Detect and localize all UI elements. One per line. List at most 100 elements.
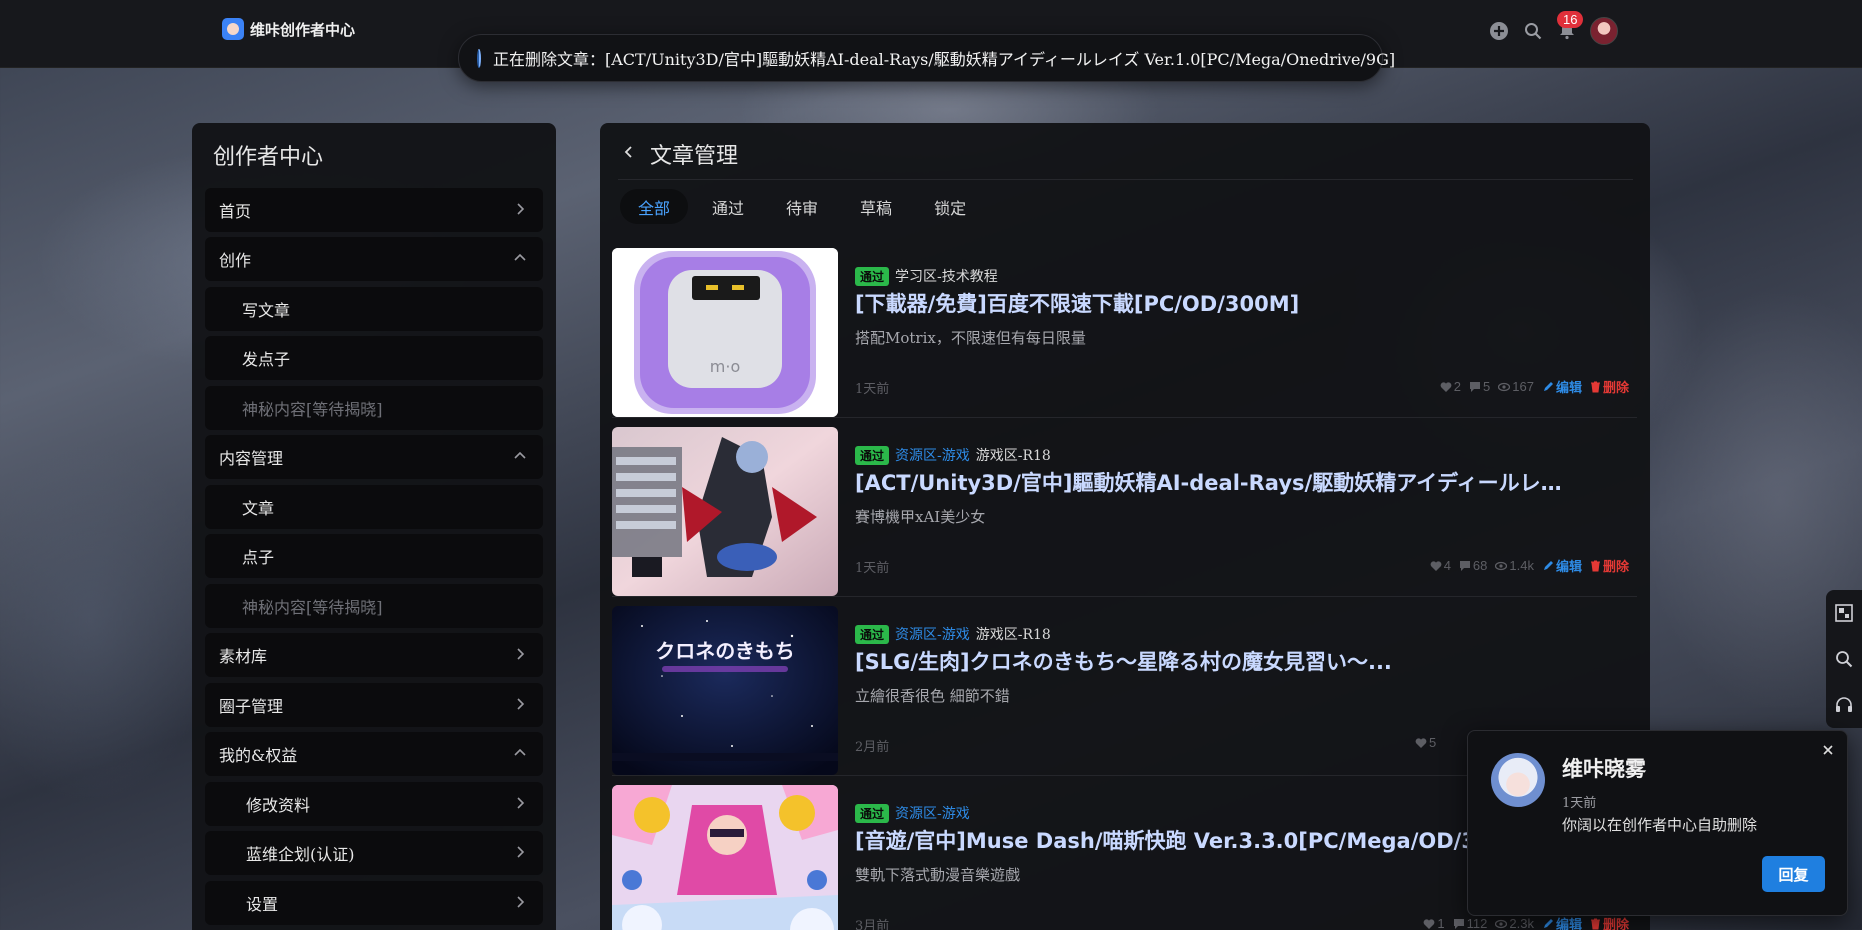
article-title[interactable]: [音遊/官中]Muse Dash/喵斯快跑 Ver.3.3.0[PC/Mega/… (855, 825, 1503, 855)
sidebar-item-label: 发点子 (242, 350, 291, 369)
sidebar-item-circle-management[interactable]: 圈子管理 (205, 683, 543, 727)
tab-pending[interactable]: 待审 (768, 189, 836, 224)
delete-label: 删除 (1602, 917, 1629, 930)
back-arrow-icon[interactable] (622, 145, 636, 159)
sidebar-item-home[interactable]: 首页 (205, 188, 543, 232)
reply-button[interactable]: 回复 (1762, 856, 1825, 892)
category-link[interactable]: 游戏区-R18 (976, 445, 1051, 465)
likes-count: 2 (1453, 379, 1462, 394)
article-meta: 通过 学习区-技术教程 (855, 266, 998, 286)
delete-button[interactable]: 删除 (1590, 556, 1629, 575)
sidebar-item-label: 素材库 (219, 647, 268, 666)
sender-avatar[interactable] (1491, 753, 1545, 807)
category-link[interactable]: 资源区-游戏 (895, 445, 970, 465)
article-stats: 4 68 1.4k 编辑 删除 (1430, 556, 1629, 575)
article-title[interactable]: [ACT/Unity3D/官中]驅動妖精AI-deal-Rays/駆動妖精アイデ… (855, 467, 1575, 497)
edit-button[interactable]: 编辑 (1542, 914, 1582, 930)
brand-name: 维咔创作者中心 (250, 21, 356, 39)
sidebar-item-settings[interactable]: 设置 (205, 881, 543, 925)
pencil-icon (1543, 381, 1553, 391)
floating-toolbar (1826, 590, 1862, 728)
add-icon[interactable] (1488, 20, 1510, 42)
sidebar-item-my-benefits[interactable]: 我的&权益 (205, 732, 543, 776)
heart-icon (1424, 918, 1435, 929)
status-badge: 通过 (855, 803, 890, 823)
eye-icon (1498, 382, 1511, 391)
brand[interactable]: 维咔创作者中心 (222, 18, 355, 40)
tab-locked[interactable]: 锁定 (916, 189, 984, 224)
category-link[interactable]: 资源区-游戏 (895, 803, 970, 823)
sidebar-item-articles[interactable]: 文章 (205, 485, 543, 529)
sidebar-item-label: 创作 (219, 251, 252, 270)
chevron-right-icon (517, 648, 525, 660)
chevron-up-icon (514, 748, 526, 756)
sidebar-item-ideas[interactable]: 点子 (205, 534, 543, 578)
qrcode-icon[interactable] (1826, 590, 1862, 636)
sidebar-item-content-management[interactable]: 内容管理 (205, 435, 543, 479)
chevron-right-icon (517, 797, 525, 809)
pencil-icon (1543, 918, 1553, 928)
status-badge: 通过 (855, 445, 890, 465)
article-thumbnail[interactable] (612, 785, 838, 930)
edit-label: 编辑 (1555, 917, 1582, 930)
article-time: 1天前 (855, 382, 890, 397)
tab-all[interactable]: 全部 (620, 189, 689, 224)
edit-button[interactable]: 编辑 (1542, 556, 1582, 575)
heart-icon (1440, 381, 1452, 392)
search-icon[interactable] (1522, 20, 1544, 42)
sender-name: 维咔晓雾 (1562, 756, 1646, 781)
comments-stat: 112 (1453, 916, 1488, 930)
chevron-right-icon (517, 203, 525, 215)
delete-button[interactable]: 删除 (1590, 377, 1629, 396)
sidebar-item-create[interactable]: 创作 (205, 237, 543, 281)
comments-count: 112 (1466, 916, 1488, 930)
article-time: 2月前 (855, 740, 890, 755)
loading-spinner-icon (477, 48, 481, 68)
article-info: 通过 资源区-游戏 游戏区-R18 [ACT/Unity3D/官中]驅動妖精AI… (855, 427, 1629, 597)
article-info: 通过 学习区-技术教程 [下載器/免費]百度不限速下載[PC/OD/300M] … (855, 248, 1629, 418)
sidebar-item-verification-plan[interactable]: 蓝维企划(认证) (205, 831, 543, 875)
category-link[interactable]: 资源区-游戏 (895, 624, 970, 644)
article-thumbnail[interactable] (612, 427, 838, 596)
notification-badge: 16 (1557, 11, 1584, 28)
eye-icon (1495, 919, 1508, 928)
views-count: 2.3k (1509, 916, 1534, 930)
chevron-up-icon (514, 253, 526, 261)
sidebar-item-post-idea[interactable]: 发点子 (205, 336, 543, 380)
views-count: 167 (1512, 379, 1534, 394)
likes-stat: 2 (1440, 379, 1461, 394)
article-thumbnail[interactable]: m·o (612, 248, 838, 417)
article-title[interactable]: [SLG/生肉]クロネのきもち～星降る村の魔女見習い～... (855, 646, 1392, 676)
message-text: 你阔以在创作者中心自助删除 (1562, 816, 1758, 834)
tab-approved[interactable]: 通过 (694, 189, 762, 224)
search-icon[interactable] (1826, 636, 1862, 682)
article-description: 搭配Motrix，不限速但有每日限量 (855, 329, 1086, 347)
edit-button[interactable]: 编辑 (1542, 377, 1582, 396)
sidebar-item-edit-profile[interactable]: 修改资料 (205, 782, 543, 826)
close-icon[interactable] (1821, 743, 1835, 757)
top-icons (1488, 17, 1618, 45)
sidebar-item-mystery-content: 神秘内容[等待揭晓] (205, 584, 543, 628)
chevron-right-icon (517, 698, 525, 710)
delete-button[interactable]: 删除 (1590, 914, 1629, 930)
brand-logo (222, 18, 244, 40)
toast-text: 正在删除文章：[ACT/Unity3D/官中]驅動妖精AI-deal-Rays/… (493, 50, 1396, 69)
category-link[interactable]: 游戏区-R18 (976, 624, 1051, 644)
trash-icon (1590, 381, 1600, 392)
comments-count: 5 (1483, 379, 1491, 394)
article-thumbnail[interactable]: クロネのきもち (612, 606, 838, 775)
article-meta: 通过 资源区-游戏 (855, 803, 970, 823)
article-title[interactable]: [下載器/免費]百度不限速下載[PC/OD/300M] (855, 288, 1299, 318)
comments-stat: 68 (1459, 558, 1487, 573)
user-avatar[interactable] (1590, 17, 1618, 45)
sidebar-item-label: 神秘内容[等待揭晓] (242, 400, 383, 419)
page-title: 文章管理 (650, 144, 739, 169)
divider (618, 179, 1633, 180)
category-link[interactable]: 学习区-技术教程 (895, 266, 998, 286)
headset-icon[interactable] (1826, 682, 1862, 728)
sidebar-item-label: 圈子管理 (219, 697, 284, 716)
sidebar-item-write-article[interactable]: 写文章 (205, 287, 543, 331)
creator-sidebar: 创作者中心 首页 创作 写文章 发点子 神秘内容[等待揭晓] 内容管理 文章 点… (192, 123, 556, 930)
sidebar-item-assets[interactable]: 素材库 (205, 633, 543, 677)
tab-drafts[interactable]: 草稿 (842, 189, 910, 224)
